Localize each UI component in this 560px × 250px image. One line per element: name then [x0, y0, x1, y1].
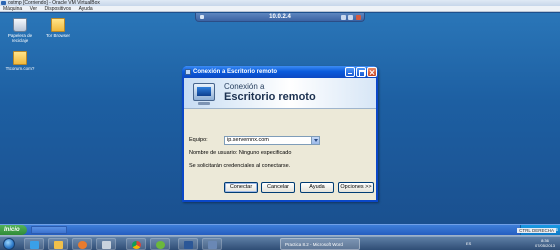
guest-desktop: 10.0.2.4 Papelera de reciclaje Tor Brows…: [0, 13, 560, 235]
folder-icon: [13, 51, 27, 65]
windows-start-orb[interactable]: [3, 238, 15, 250]
menu-devices[interactable]: Dispositivos: [41, 6, 74, 12]
username-text: Nombre de usuario: Ninguno especificado: [189, 150, 292, 156]
chrome-icon: [132, 241, 141, 249]
internet-explorer-icon: [30, 241, 39, 249]
options-button[interactable]: Opciones >>: [338, 182, 374, 193]
computer-combobox[interactable]: ip.servernnx.com: [224, 136, 320, 145]
taskbar-chrome[interactable]: [126, 238, 146, 250]
rdp-minimize-icon[interactable]: [340, 15, 346, 20]
media-player-icon: [78, 241, 87, 249]
dialog-title-bar[interactable]: Conexión a Escritorio remoto: [182, 66, 378, 78]
menu-view[interactable]: Ver: [27, 6, 41, 12]
desktop-icon-tor-browser[interactable]: Tor Browser: [38, 18, 78, 38]
taskbar-utorrent[interactable]: [150, 238, 170, 250]
guest-taskbar: Inicio 9:36: [0, 224, 560, 235]
taskbar-word[interactable]: [178, 238, 198, 250]
host-taskbar: Practica 8.2 - Microsoft Word ES 8:36 07…: [0, 236, 560, 250]
taskbar-ie[interactable]: [24, 238, 44, 250]
rdp-close-icon[interactable]: [356, 15, 361, 20]
rdp-connection-bar[interactable]: 10.0.2.4: [195, 13, 365, 22]
banner-line2: Escritorio remoto: [224, 91, 316, 103]
remote-desktop-dialog: Conexión a Escritorio remoto Conexión a …: [182, 66, 378, 202]
chevron-down-icon[interactable]: [311, 137, 319, 144]
guest-start-button[interactable]: Inicio: [0, 225, 27, 235]
desktop-icon-folder[interactable]: Ttcorum.com?: [0, 51, 40, 71]
dialog-title: Conexión a Escritorio remoto: [193, 69, 278, 75]
maximize-icon[interactable]: [356, 67, 366, 77]
minimize-icon[interactable]: [345, 67, 355, 77]
vbox-menu-bar: Máquina Ver Dispositivos Ayuda: [0, 6, 560, 12]
host-system-tray: ES 8:36 07/05/2013: [460, 237, 560, 250]
desktop-icon-recycle-bin[interactable]: Papelera de reciclaje: [0, 18, 40, 43]
language-indicator[interactable]: ES: [466, 241, 471, 246]
host-date: 07/05/2013: [534, 243, 555, 248]
utorrent-icon: [156, 241, 165, 249]
app-icon: [102, 241, 111, 249]
close-icon[interactable]: [367, 67, 377, 77]
taskbar-explorer[interactable]: [48, 238, 68, 250]
folder-icon: [51, 18, 65, 32]
help-button[interactable]: Ayuda: [300, 182, 334, 193]
guest-taskbar-item[interactable]: [31, 226, 67, 234]
banner-line1: Conexión a: [224, 82, 265, 91]
desktop-icon-label: Ttcorum.com?: [5, 66, 35, 71]
computer-label: Equipo:: [189, 137, 208, 143]
virtualbox-icon: [208, 241, 217, 249]
taskbar-app[interactable]: [96, 238, 116, 250]
taskbar-word-document[interactable]: Practica 8.2 - Microsoft Word: [280, 238, 360, 250]
monitor-stand: [198, 102, 210, 105]
recycle-bin-icon: [13, 18, 27, 32]
word-icon: [184, 241, 193, 249]
virtualbox-icon: [1, 1, 6, 5]
credentials-text: Se solicitarán credenciales al conectars…: [189, 163, 291, 169]
host-key-indicator: CTRL DERECHA: [517, 228, 556, 233]
folder-icon: [54, 241, 63, 249]
dialog-banner: Conexión a Escritorio remoto: [184, 78, 376, 109]
computer-value: ip.servernnx.com: [227, 137, 269, 143]
connect-button[interactable]: Conectar: [224, 182, 258, 193]
desktop-icon-label: Tor Browser: [45, 33, 70, 38]
desktop-icon-label: Papelera de reciclaje: [7, 33, 33, 43]
rdp-restore-icon[interactable]: [348, 15, 354, 20]
monitor-icon: [193, 83, 215, 101]
pin-icon[interactable]: [200, 15, 204, 19]
remote-desktop-icon: [185, 69, 191, 75]
menu-help[interactable]: Ayuda: [76, 6, 96, 12]
menu-machine[interactable]: Máquina: [0, 6, 25, 12]
rdp-bar-title: 10.0.2.4: [269, 14, 291, 20]
taskbar-virtualbox[interactable]: [202, 238, 222, 250]
cancel-button[interactable]: Cancelar: [261, 182, 295, 193]
host-clock[interactable]: 8:36 07/05/2013: [535, 238, 555, 248]
taskbar-media[interactable]: [72, 238, 92, 250]
